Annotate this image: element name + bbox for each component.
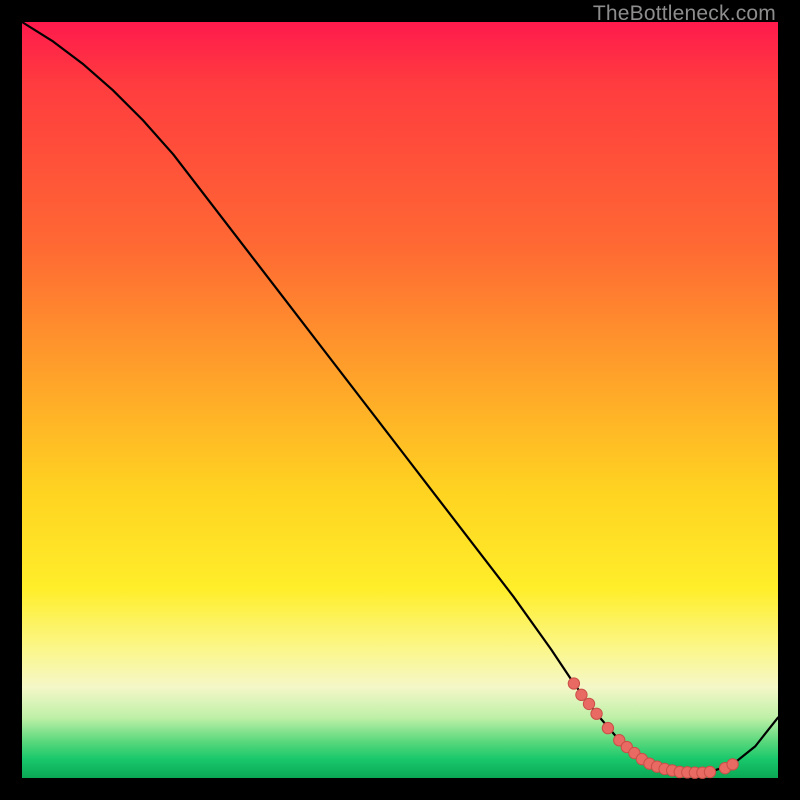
marker-dot: [568, 678, 579, 689]
plot-area: [22, 22, 778, 778]
marker-dots: [568, 678, 738, 779]
marker-dot: [602, 722, 613, 733]
marker-dot: [591, 708, 602, 719]
watermark-text: TheBottleneck.com: [593, 2, 776, 26]
marker-dot: [704, 766, 715, 777]
chart-stage: TheBottleneck.com: [0, 0, 800, 800]
bottleneck-curve: [22, 22, 778, 773]
chart-svg: [22, 22, 778, 778]
marker-dot: [576, 689, 587, 700]
marker-dot: [727, 759, 738, 770]
marker-dot: [583, 698, 594, 709]
